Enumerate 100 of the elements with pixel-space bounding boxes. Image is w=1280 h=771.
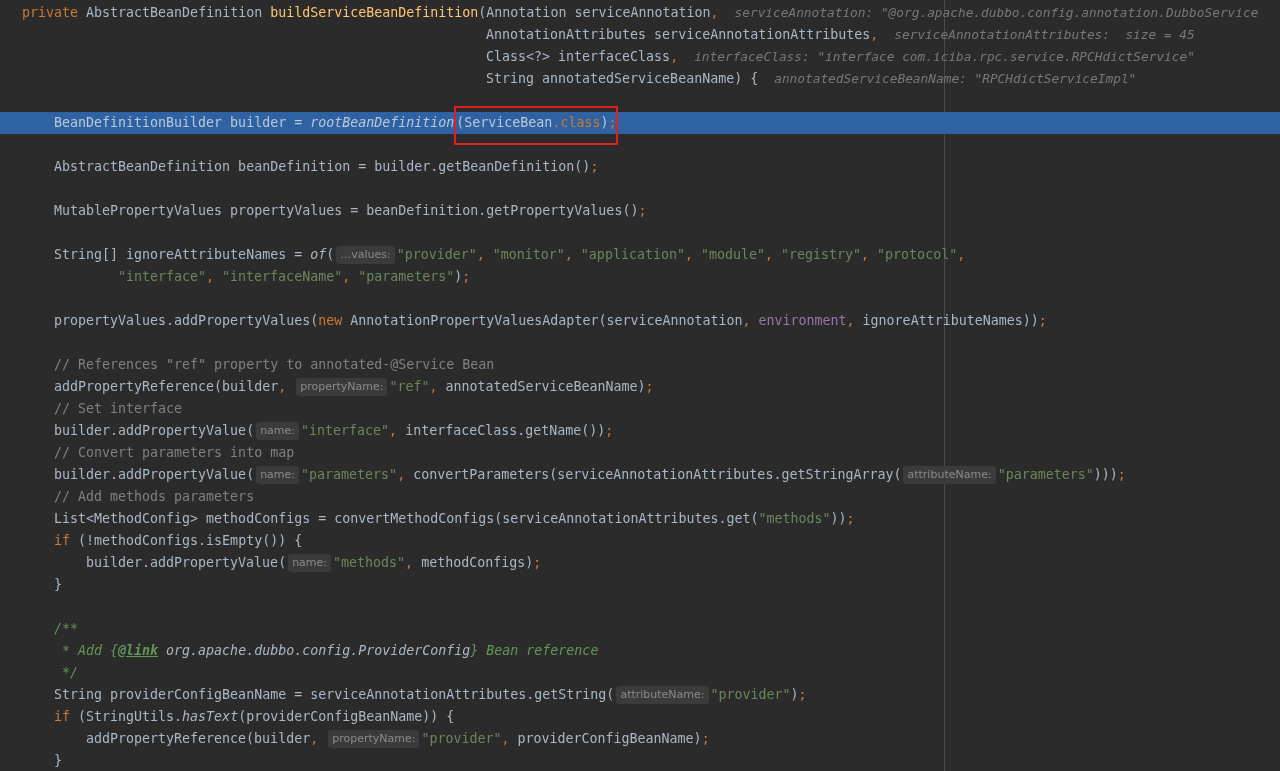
parameter-hint: propertyName: (328, 730, 420, 748)
code-text: ) (454, 268, 463, 286)
punctuation: ; (533, 554, 542, 572)
keyword: if (54, 532, 70, 550)
punctuation: , (765, 246, 774, 264)
code-text: MutablePropertyValues propertyValues = beanDefinition.getPropertyValues() (54, 202, 639, 220)
punctuation: , (278, 378, 288, 396)
punctuation: ; (645, 378, 654, 396)
code-comment: // Add methods parameters (54, 488, 255, 506)
string-literal: "interface" (118, 268, 207, 286)
doc-reference: org.apache.dubbo.config.ProviderConfig (166, 642, 471, 660)
code-text: convertParameters(serviceAnnotationAttributes.getStringArray( (413, 466, 902, 484)
code-text: )) (830, 510, 847, 528)
punctuation: ; (638, 202, 647, 220)
code-text: AnnotationAttributes serviceAnnotationAttributes (486, 26, 871, 44)
punctuation: , (684, 246, 694, 264)
doc-comment: */ (62, 664, 78, 682)
code-text: String providerConfigBeanName = serviceAnnotationAttributes.getString( (54, 686, 615, 704)
code-text: ignoreAttributeNames)) (862, 312, 1039, 330)
punctuation: ; (701, 730, 710, 748)
method-call: of (310, 246, 327, 264)
string-literal: "registry" (781, 246, 862, 264)
code-text: (StringUtils. (77, 708, 183, 726)
punctuation: ; (1117, 466, 1126, 484)
code-text: ( (326, 246, 335, 264)
string-literal: "parameters" (358, 268, 455, 286)
code-text: methodConfigs) (421, 554, 534, 572)
debug-value: serviceAnnotation: "@org.apache.dubbo.config.annotation.DubboService (734, 4, 1259, 22)
string-literal: "monitor" (492, 246, 565, 264)
code-text: AbstractBeanDefinition beanDefinition = builder.getBeanDefinition() (54, 158, 591, 176)
code-text: annotatedServiceBeanName) (445, 378, 646, 396)
code-text: interfaceClass.getName()) (405, 422, 606, 440)
code-text: AbstractBeanDefinition (85, 4, 264, 22)
punctuation: , (742, 312, 752, 330)
string-literal: "methods" (758, 510, 831, 528)
punctuation: ; (462, 268, 471, 286)
code-text: String[] ignoreAttributeNames = (54, 246, 304, 264)
string-literal: "interface" (301, 422, 390, 440)
punctuation: , (429, 378, 439, 396)
parameter-hint: …values: (336, 246, 395, 264)
punctuation: , (957, 246, 966, 264)
keyword: new (318, 312, 343, 330)
debug-value: interfaceClass: "interface com.iciba.rpc.service.RPCHdictService" (694, 48, 1195, 66)
doc-comment: /** (54, 620, 79, 638)
punctuation: , (476, 246, 486, 264)
punctuation: ; (590, 158, 599, 176)
punctuation: ; (798, 686, 807, 704)
code-text: List<MethodConfig> methodConfigs = convertMethodConfigs(serviceAnnotationAttributes.get( (54, 510, 759, 528)
punctuation: , (310, 730, 320, 748)
punctuation: ; (1038, 312, 1047, 330)
code-text: (providerConfigBeanName)) { (238, 708, 455, 726)
doc-comment: } Bean reference (470, 642, 599, 660)
method-name: buildServiceBeanDefinition (270, 4, 479, 22)
method-call: rootBeanDefinition (310, 114, 455, 132)
debug-value: annotatedServiceBeanName: "RPCHdictServiceImpl" (774, 70, 1137, 88)
punctuation: , (501, 730, 511, 748)
doc-comment: * Add { (62, 642, 119, 660)
punctuation: , (342, 268, 352, 286)
code-text: addPropertyReference(builder (86, 730, 311, 748)
parameter-hint: name: (256, 466, 300, 484)
code-text: } (54, 576, 62, 594)
punctuation: ; (846, 510, 855, 528)
code-text: Class<?> interfaceClass (486, 48, 671, 66)
string-literal: "interfaceName" (222, 268, 343, 286)
code-text: propertyValues.addPropertyValues( (54, 312, 319, 330)
method-call: hasText (182, 708, 239, 726)
punctuation: , (389, 422, 399, 440)
string-literal: "parameters" (997, 466, 1094, 484)
code-text: ))) (1093, 466, 1118, 484)
code-text: builder.addPropertyValue( (86, 554, 287, 572)
keyword: if (54, 708, 70, 726)
punctuation: , (710, 4, 719, 22)
code-text: (!methodConfigs.isEmpty()) { (77, 532, 303, 550)
code-text: providerConfigBeanName) (517, 730, 702, 748)
parameter-hint: attributeName: (903, 466, 996, 484)
punctuation: , (564, 246, 574, 264)
keyword: .class (552, 114, 601, 132)
punctuation: , (405, 554, 415, 572)
keyword: private (22, 4, 79, 22)
punctuation: , (670, 48, 679, 66)
debug-value: serviceAnnotationAttributes: size = 45 (894, 26, 1195, 44)
code-text: String annotatedServiceBeanName) { (486, 70, 759, 88)
code-text: addPropertyReference(builder (54, 378, 279, 396)
code-comment: // Convert parameters into map (54, 444, 295, 462)
code-text: BeanDefinitionBuilder builder = (54, 114, 304, 132)
punctuation: , (846, 312, 856, 330)
string-literal: "provider" (396, 246, 477, 264)
string-literal: "provider" (421, 730, 502, 748)
parameter-hint: attributeName: (616, 686, 709, 704)
string-literal: "ref" (389, 378, 430, 396)
string-literal: "parameters" (301, 466, 398, 484)
code-text: builder.addPropertyValue( (54, 466, 255, 484)
punctuation: , (206, 268, 216, 286)
string-literal: "methods" (333, 554, 406, 572)
punctuation: ; (608, 114, 617, 132)
punctuation: ; (605, 422, 614, 440)
code-text: (Annotation serviceAnnotation (478, 4, 711, 22)
parameter-hint: name: (288, 554, 332, 572)
string-literal: "provider" (710, 686, 791, 704)
parameter-hint: name: (256, 422, 300, 440)
